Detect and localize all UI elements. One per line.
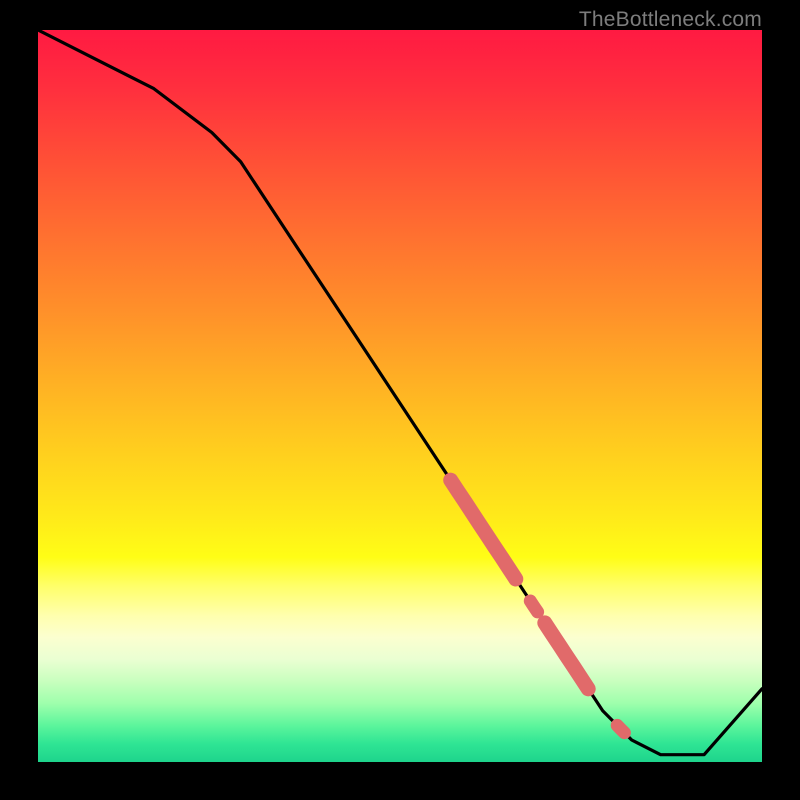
marker-dense-upper (451, 480, 516, 579)
watermark-text: TheBottleneck.com (579, 8, 762, 32)
marker-dot-mid (530, 601, 537, 612)
plot-area (38, 30, 762, 762)
marker-dot-min (617, 725, 624, 732)
bottleneck-curve (38, 30, 762, 762)
chart-frame: TheBottleneck.com (0, 0, 800, 800)
marker-dense-lower (545, 623, 588, 689)
